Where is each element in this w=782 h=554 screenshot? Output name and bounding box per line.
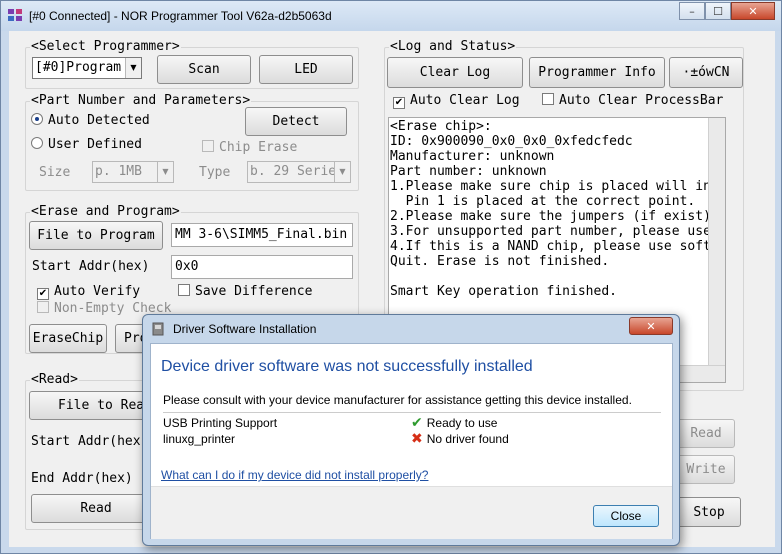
programmer-select[interactable]: [#0]Program ▼ <box>32 57 142 79</box>
log-line: Smart Key operation finished. <box>390 284 617 299</box>
checkbox-icon <box>178 284 190 296</box>
checkbox-icon <box>37 301 49 313</box>
checkmark-icon: ✔ <box>393 97 405 109</box>
write-side-button[interactable]: Write <box>677 455 735 484</box>
read-end-addr-label: End Addr(hex) <box>31 471 133 486</box>
led-button[interactable]: LED <box>259 55 353 84</box>
device-name: USB Printing Support <box>163 416 278 430</box>
detect-button[interactable]: Detect <box>245 107 347 136</box>
auto-clear-processbar-label: Auto Clear ProcessBar <box>559 93 724 108</box>
device-status: ✔ Ready to use <box>411 415 497 431</box>
program-start-addr-label: Start Addr(hex) <box>32 259 150 274</box>
chip-erase-checkbox[interactable]: Chip Erase <box>202 140 297 155</box>
size-select-value: p. 1MB <box>95 164 142 179</box>
dialog-body: Device driver software was not successfu… <box>150 343 673 539</box>
chevron-down-icon: ▼ <box>157 162 173 182</box>
auto-clear-log-label: Auto Clear Log <box>410 93 520 108</box>
read-legend: <Read> <box>30 372 79 387</box>
programmer-select-value: [#0]Program <box>35 60 122 75</box>
dialog-close-button[interactable]: ✕ <box>629 317 673 335</box>
device-status-text: No driver found <box>426 432 509 446</box>
log-line: Pin 1 is placed at the correct point. <box>390 194 696 209</box>
log-line: 3.For unsupported part number, please us… <box>390 224 711 239</box>
chevron-down-icon: ▼ <box>334 162 350 182</box>
driver-install-dialog: Driver Software Installation ✕ Device dr… <box>142 314 680 546</box>
read-start-addr-label: Start Addr(hex <box>31 434 141 449</box>
minimize-button[interactable]: – <box>679 2 705 20</box>
user-defined-radio[interactable]: User Defined <box>31 137 142 152</box>
stop-button[interactable]: Stop <box>677 497 741 527</box>
program-start-addr-field[interactable]: 0x0 <box>171 255 353 279</box>
maximize-button[interactable]: ☐ <box>705 2 731 20</box>
file-to-read-button[interactable]: File to Rea <box>29 391 159 420</box>
type-select-value: b. 29 Serie <box>250 164 337 179</box>
checkbox-icon <box>542 93 554 105</box>
type-label: Type <box>199 165 231 180</box>
close-button[interactable]: ✕ <box>731 2 775 20</box>
size-select[interactable]: p. 1MB ▼ <box>92 161 174 183</box>
size-label: Size <box>39 165 71 180</box>
log-line: <Erase chip>: <box>390 119 492 134</box>
chip-erase-label: Chip Erase <box>219 140 298 155</box>
checkmark-icon: ✔ <box>37 288 49 300</box>
user-defined-label: User Defined <box>48 137 142 152</box>
auto-verify-label: Auto Verify <box>54 284 141 299</box>
auto-clear-processbar-checkbox[interactable]: Auto Clear ProcessBar <box>542 93 723 108</box>
part-number-legend: <Part Number and Parameters> <box>30 93 252 108</box>
dialog-title: Driver Software Installation <box>173 322 317 336</box>
radio-unchecked-icon <box>31 137 43 149</box>
dialog-close-action-button[interactable]: Close <box>593 505 659 527</box>
save-difference-checkbox[interactable]: Save Difference <box>178 284 312 299</box>
help-link[interactable]: What can I do if my device did not insta… <box>161 468 428 482</box>
erase-program-legend: <Erase and Program> <box>30 204 181 219</box>
device-icon <box>152 322 164 336</box>
checkbox-icon <box>202 140 214 152</box>
device-status: ✖ No driver found <box>411 431 509 447</box>
read-side-button[interactable]: Read <box>677 419 735 448</box>
error-x-icon: ✖ <box>411 431 423 447</box>
log-line: 2.Please make sure the jumpers (if exist… <box>390 209 711 224</box>
checkmark-icon: ✔ <box>411 415 423 431</box>
log-line: ID: 0x900090_0x0_0x0_0xfedcfedc <box>390 134 633 149</box>
chevron-down-icon: ▼ <box>125 58 141 78</box>
divider <box>163 412 661 413</box>
auto-verify-checkbox[interactable]: ✔ Auto Verify <box>37 284 140 300</box>
save-difference-label: Save Difference <box>195 284 313 299</box>
type-select[interactable]: b. 29 Serie ▼ <box>247 161 351 183</box>
log-line: 1.Please make sure chip is placed will i… <box>390 179 711 194</box>
log-line: Quit. Erase is not finished. <box>390 254 610 269</box>
device-name: linuxg_printer <box>163 432 236 446</box>
auto-clear-log-checkbox[interactable]: ✔ Auto Clear Log <box>393 93 520 109</box>
log-vertical-scrollbar[interactable] <box>708 118 725 382</box>
program-file-path-field[interactable]: MM 3-6\SIMM5_Final.bin <box>171 223 353 247</box>
auto-detected-radio[interactable]: Auto Detected <box>31 113 150 128</box>
erase-chip-button[interactable]: EraseChip <box>29 324 107 353</box>
log-line: Part number: unknown <box>390 164 547 179</box>
scan-button[interactable]: Scan <box>157 55 251 84</box>
auto-detected-label: Auto Detected <box>48 113 150 128</box>
file-to-program-button[interactable]: File to Program <box>29 221 163 250</box>
dialog-message: Please consult with your device manufact… <box>163 393 632 407</box>
log-line: 4.If this is a NAND chip, please use sof… <box>390 239 711 254</box>
select-programmer-legend: <Select Programmer> <box>30 39 181 54</box>
radio-checked-icon <box>31 113 43 125</box>
window-title: [#0 Connected] - NOR Programmer Tool V62… <box>29 9 332 23</box>
dialog-heading: Device driver software was not successfu… <box>161 358 533 375</box>
language-button[interactable]: ·±ówCN <box>669 57 743 88</box>
app-icon <box>8 9 22 21</box>
device-status-text: Ready to use <box>426 416 498 430</box>
log-line: Manufacturer: unknown <box>390 149 555 164</box>
title-bar: [#0 Connected] - NOR Programmer Tool V62… <box>1 1 781 31</box>
programmer-info-button[interactable]: Programmer Info <box>529 57 665 88</box>
log-status-legend: <Log and Status> <box>389 39 517 54</box>
dialog-footer: Close <box>151 486 672 539</box>
clear-log-button[interactable]: Clear Log <box>387 57 523 88</box>
